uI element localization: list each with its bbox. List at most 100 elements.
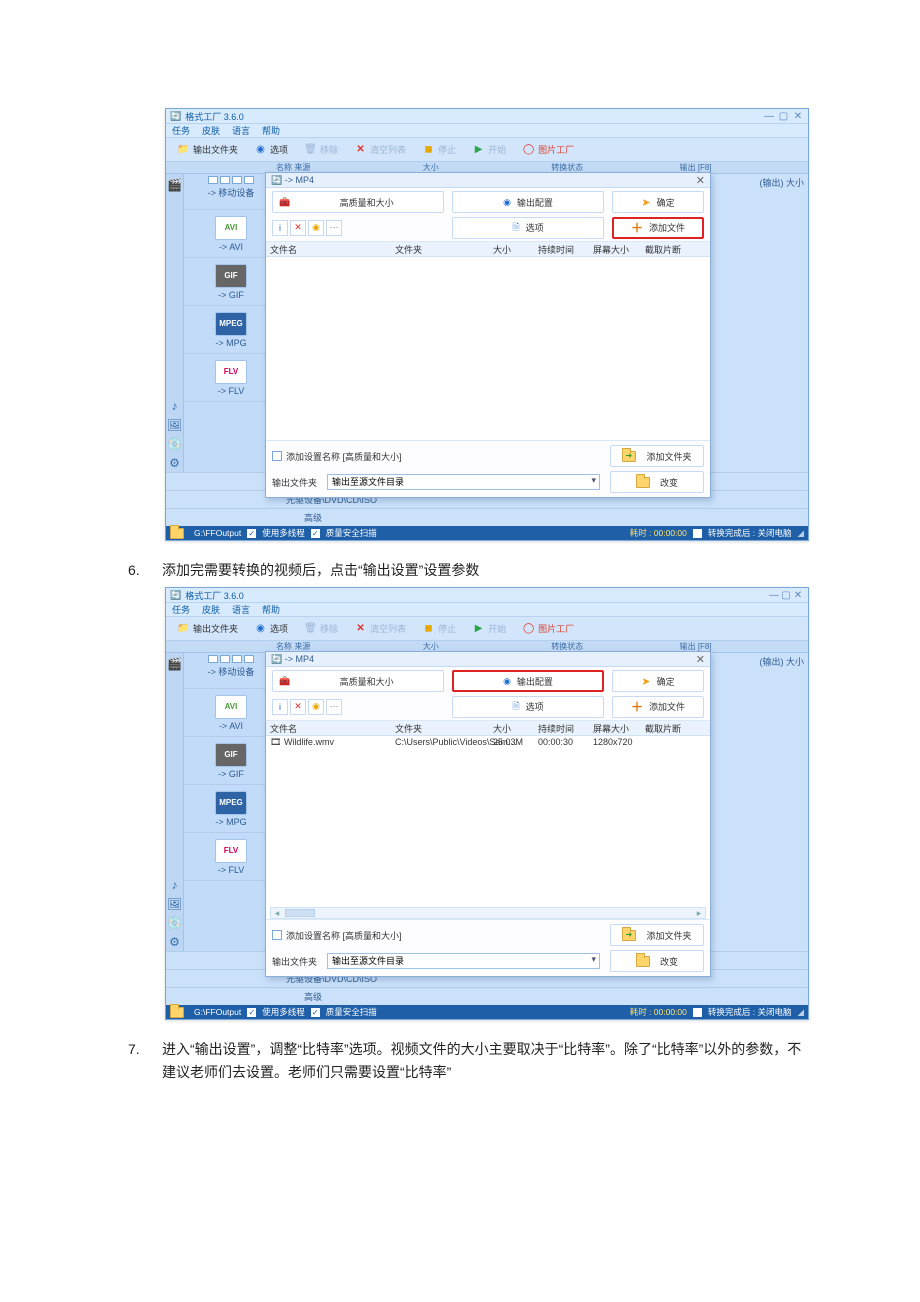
sidebar-item-avi[interactable]: AVI-> AVI xyxy=(184,689,278,737)
opt-safescan[interactable]: 质量安全扫描 xyxy=(326,527,377,539)
sidebar-item-flv[interactable]: FLV-> FLV xyxy=(184,354,278,402)
remove-button[interactable]: 🗑移除 xyxy=(299,142,343,157)
file-list-body xyxy=(266,257,710,440)
output-folder-button[interactable]: 输出文件夹 xyxy=(172,621,243,636)
table-row[interactable]: 🎞 Wildlife.wmv C:\Users\Public\Videos\Sa… xyxy=(266,736,710,749)
tab-disc-icon[interactable]: 💿 xyxy=(166,914,183,932)
horizontal-scrollbar[interactable]: ◂ ▸ xyxy=(270,907,706,919)
add-folder-button[interactable]: 添加文件夹 xyxy=(610,445,704,467)
output-settings-button[interactable]: 输出配置 xyxy=(452,670,604,692)
checkbox-icon[interactable]: ✓ xyxy=(247,529,256,538)
tab-video-icon[interactable]: 🎬 xyxy=(166,655,183,673)
checkbox-icon xyxy=(272,451,282,461)
scroll-thumb[interactable] xyxy=(285,909,315,917)
cat-advanced[interactable]: 高级 xyxy=(166,987,808,1005)
tool-info-icon[interactable]: i xyxy=(272,699,288,715)
sidebar-item-mpg[interactable]: MPEG-> MPG xyxy=(184,306,278,354)
sidebar-item-flv[interactable]: FLV-> FLV xyxy=(184,833,278,881)
tool-play-icon[interactable]: ◉ xyxy=(308,220,324,236)
options-button[interactable]: 🗎 选项 xyxy=(452,217,604,239)
sidebar-item-mobile[interactable]: -> 移动设备 xyxy=(184,174,278,210)
clear-button[interactable]: ✕清空列表 xyxy=(349,621,411,636)
sidebar-item-gif[interactable]: GIF-> GIF xyxy=(184,258,278,306)
after-done[interactable]: 转换完成后 : 关闭电脑 xyxy=(708,527,792,539)
tab-music-icon[interactable]: ♪ xyxy=(166,876,183,894)
sidebar-item-avi[interactable]: AVI-> AVI xyxy=(184,210,278,258)
sidebar-item-gif[interactable]: GIF-> GIF xyxy=(184,737,278,785)
maximize-button[interactable]: ▢ xyxy=(777,111,789,122)
tool-delete-icon[interactable]: ✕ xyxy=(290,220,306,236)
menu-task[interactable]: 任务 xyxy=(172,124,190,137)
tool-delete-icon[interactable]: ✕ xyxy=(290,699,306,715)
output-folder-select[interactable]: 输出至源文件目录 xyxy=(327,474,600,490)
checkbox-icon[interactable]: ✓ xyxy=(311,529,320,538)
ok-button[interactable]: ➤确定 xyxy=(612,670,704,692)
append-name-checkbox[interactable]: 添加设置名称 [高质量和大小] xyxy=(272,929,402,942)
item-tools: i ✕ ◉ ⋯ xyxy=(272,220,342,236)
tab-image-icon[interactable]: 🖼 xyxy=(166,895,183,913)
cat-advanced[interactable]: 高级 xyxy=(166,508,808,526)
sidebar-item-mpg[interactable]: MPEG-> MPG xyxy=(184,785,278,833)
options-button[interactable]: 🗎选项 xyxy=(452,696,604,718)
resize-grip-icon[interactable]: ◢ xyxy=(797,528,804,539)
add-file-button[interactable]: ＋添加文件 xyxy=(612,696,704,718)
menu-skin[interactable]: 皮肤 xyxy=(202,603,220,616)
minimize-button[interactable]: — xyxy=(768,590,780,601)
scroll-left-icon[interactable]: ◂ xyxy=(271,908,283,919)
append-name-checkbox[interactable]: 添加设置名称 [高质量和大小] xyxy=(272,450,402,463)
stop-button[interactable]: ◼停止 xyxy=(417,621,461,636)
picture-factory-button[interactable]: ◯图片工厂 xyxy=(517,621,579,636)
add-file-button[interactable]: ＋ 添加文件 xyxy=(612,217,704,239)
start-button[interactable]: ▶开始 xyxy=(467,142,511,157)
app-icon: 🔄 xyxy=(170,590,181,601)
sidebar-item-mobile[interactable]: -> 移动设备 xyxy=(184,653,278,689)
tab-music-icon[interactable]: ♪ xyxy=(166,397,183,415)
checkbox-icon[interactable] xyxy=(693,529,702,538)
add-folder-button[interactable]: 添加文件夹 xyxy=(610,924,704,946)
profile-selector[interactable]: 🧰 高质量和大小 xyxy=(272,191,444,213)
tab-gear-icon[interactable]: ⚙ xyxy=(166,933,183,951)
close-button[interactable]: ✕ xyxy=(792,111,804,122)
minimize-button[interactable]: — xyxy=(763,111,775,122)
output-path[interactable]: G:\FFOutput xyxy=(194,528,241,538)
menu-task[interactable]: 任务 xyxy=(172,603,190,616)
clear-button[interactable]: ✕清空列表 xyxy=(349,142,411,157)
output-folder-button[interactable]: 输出文件夹 xyxy=(172,142,243,157)
scroll-right-icon[interactable]: ▸ xyxy=(693,908,705,919)
tab-disc-icon[interactable]: 💿 xyxy=(166,435,183,453)
ok-button[interactable]: ➤ 确定 xyxy=(612,191,704,213)
tool-range-icon[interactable]: ⋯ xyxy=(326,220,342,236)
dialog-close-button[interactable]: ✕ xyxy=(696,653,705,666)
change-button[interactable]: 改变 xyxy=(610,950,704,972)
menu-help[interactable]: 帮助 xyxy=(262,124,280,137)
change-button[interactable]: 改变 xyxy=(610,471,704,493)
start-button[interactable]: ▶开始 xyxy=(467,621,511,636)
plus-icon: ＋ xyxy=(631,219,643,236)
tool-play-icon[interactable]: ◉ xyxy=(308,699,324,715)
remove-button[interactable]: 🗑移除 xyxy=(299,621,343,636)
options-button[interactable]: 选项 xyxy=(249,142,293,157)
profile-selector[interactable]: 🧰高质量和大小 xyxy=(272,670,444,692)
options-button[interactable]: 选项 xyxy=(249,621,293,636)
picture-factory-button[interactable]: ◯图片工厂 xyxy=(517,142,579,157)
maximize-button[interactable]: ▢ xyxy=(780,590,792,601)
opt-multithread[interactable]: 使用多线程 xyxy=(262,527,305,539)
tab-image-icon[interactable]: 🖼 xyxy=(166,416,183,434)
tab-video-icon[interactable]: 🎬 xyxy=(166,176,183,194)
menu-skin[interactable]: 皮肤 xyxy=(202,124,220,137)
menu-lang[interactable]: 语言 xyxy=(232,124,250,137)
output-settings-button[interactable]: 输出配置 xyxy=(452,191,604,213)
tool-range-icon[interactable]: ⋯ xyxy=(326,699,342,715)
menu-help[interactable]: 帮助 xyxy=(262,603,280,616)
close-button[interactable]: ✕ xyxy=(792,590,804,601)
tab-gear-icon[interactable]: ⚙ xyxy=(166,454,183,472)
menu-lang[interactable]: 语言 xyxy=(232,603,250,616)
stop-button[interactable]: ◼停止 xyxy=(417,142,461,157)
app-icon: 🔄 xyxy=(170,111,181,122)
output-folder-select[interactable]: 输出至源文件目录 xyxy=(327,953,600,969)
dialog-close-button[interactable]: ✕ xyxy=(696,174,705,187)
tool-info-icon[interactable]: i xyxy=(272,220,288,236)
resize-grip-icon[interactable]: ◢ xyxy=(797,1007,804,1018)
output-path[interactable]: G:\FFOutput xyxy=(194,1007,241,1017)
window-title: 格式工厂 3.6.0 xyxy=(185,589,244,602)
